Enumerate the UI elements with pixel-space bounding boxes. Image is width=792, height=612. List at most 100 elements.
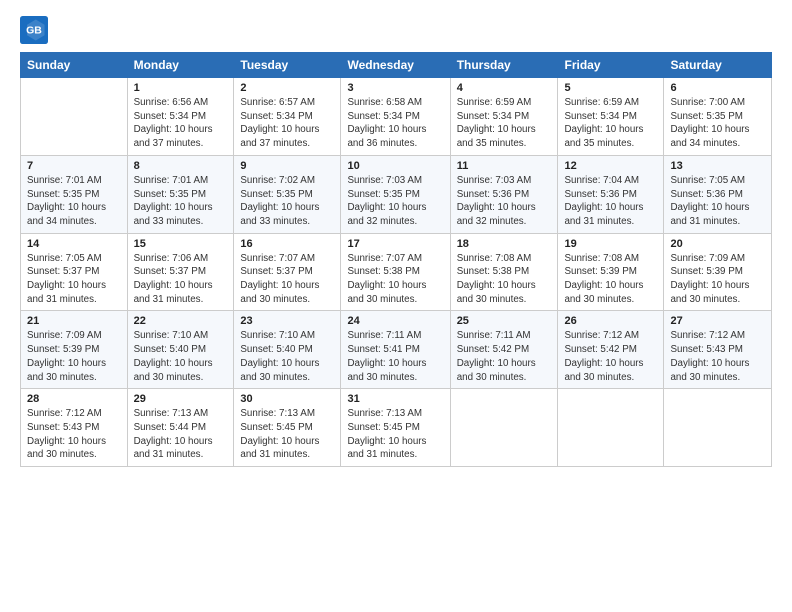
day-info: Sunrise: 7:03 AMSunset: 5:36 PMDaylight:… (457, 174, 552, 229)
day-number: 16 (240, 238, 334, 250)
calendar-table: SundayMondayTuesdayWednesdayThursdayFrid… (20, 52, 772, 467)
calendar-cell: 13Sunrise: 7:05 AMSunset: 5:36 PMDayligh… (664, 155, 772, 233)
day-info: Sunrise: 7:04 AMSunset: 5:36 PMDaylight:… (564, 174, 657, 229)
weekday-header-cell: Monday (127, 53, 234, 78)
calendar-cell: 6 Sunrise: 7:00 AMSunset: 5:35 PMDaylight… (664, 78, 772, 156)
calendar-cell: 29 Sunrise: 7:13 AMSunset: 5:44 PMDayligh… (127, 389, 234, 467)
day-info: Sunrise: 6:59 AMSunset: 5:34 PMDaylight:… (564, 96, 657, 151)
calendar-cell: 28 Sunrise: 7:12 AMSunset: 5:43 PMDayligh… (21, 389, 128, 467)
day-info: Sunrise: 7:02 AMSunset: 5:35 PMDaylight:… (240, 174, 334, 229)
day-number: 18 (457, 238, 552, 250)
calendar-cell: 26 Sunrise: 7:12 AMSunset: 5:42 PMDayligh… (558, 311, 664, 389)
day-info: Sunrise: 7:13 AMSunset: 5:44 PMDaylight:… (134, 407, 228, 462)
calendar-cell (21, 78, 128, 156)
svg-text:GB: GB (26, 25, 42, 37)
calendar-cell: 9 Sunrise: 7:02 AMSunset: 5:35 PMDaylight… (234, 155, 341, 233)
day-info: Sunrise: 7:03 AMSunset: 5:35 PMDaylight:… (347, 174, 443, 229)
calendar-cell: 24 Sunrise: 7:11 AMSunset: 5:41 PMDayligh… (341, 311, 450, 389)
day-number: 5 (564, 82, 657, 94)
calendar-cell (450, 389, 558, 467)
day-info: Sunrise: 6:57 AMSunset: 5:34 PMDaylight:… (240, 96, 334, 151)
day-number: 13 (670, 160, 765, 172)
weekday-header-cell: Wednesday (341, 53, 450, 78)
calendar-cell: 20 Sunrise: 7:09 AMSunset: 5:39 PMDayligh… (664, 233, 772, 311)
calendar-cell: 16 Sunrise: 7:07 AMSunset: 5:37 PMDayligh… (234, 233, 341, 311)
calendar-cell: 7 Sunrise: 7:01 AMSunset: 5:35 PMDaylight… (21, 155, 128, 233)
calendar-cell: 12Sunrise: 7:04 AMSunset: 5:36 PMDayligh… (558, 155, 664, 233)
day-number: 24 (347, 315, 443, 327)
calendar-cell: 14 Sunrise: 7:05 AMSunset: 5:37 PMDayligh… (21, 233, 128, 311)
day-info: Sunrise: 7:07 AMSunset: 5:37 PMDaylight:… (240, 252, 334, 307)
day-info: Sunrise: 7:05 AMSunset: 5:37 PMDaylight:… (27, 252, 121, 307)
day-info: Sunrise: 7:11 AMSunset: 5:42 PMDaylight:… (457, 329, 552, 384)
day-number: 23 (240, 315, 334, 327)
day-number: 22 (134, 315, 228, 327)
header: GB (20, 16, 772, 44)
day-number: 19 (564, 238, 657, 250)
calendar-cell: 17Sunrise: 7:07 AMSunset: 5:38 PMDayligh… (341, 233, 450, 311)
day-info: Sunrise: 7:08 AMSunset: 5:39 PMDaylight:… (564, 252, 657, 307)
calendar-week-row: 7 Sunrise: 7:01 AMSunset: 5:35 PMDaylight… (21, 155, 772, 233)
day-number: 9 (240, 160, 334, 172)
day-number: 6 (670, 82, 765, 94)
calendar-cell: 1 Sunrise: 6:56 AMSunset: 5:34 PMDaylight… (127, 78, 234, 156)
day-number: 2 (240, 82, 334, 94)
calendar-cell: 30 Sunrise: 7:13 AMSunset: 5:45 PMDayligh… (234, 389, 341, 467)
day-info: Sunrise: 6:56 AMSunset: 5:34 PMDaylight:… (134, 96, 228, 151)
day-info: Sunrise: 7:12 AMSunset: 5:42 PMDaylight:… (564, 329, 657, 384)
day-number: 28 (27, 393, 121, 405)
weekday-header-row: SundayMondayTuesdayWednesdayThursdayFrid… (21, 53, 772, 78)
day-number: 10 (347, 160, 443, 172)
weekday-header-cell: Tuesday (234, 53, 341, 78)
day-info: Sunrise: 7:07 AMSunset: 5:38 PMDaylight:… (347, 252, 443, 307)
day-number: 4 (457, 82, 552, 94)
day-info: Sunrise: 7:00 AMSunset: 5:35 PMDaylight:… (670, 96, 765, 151)
day-info: Sunrise: 7:11 AMSunset: 5:41 PMDaylight:… (347, 329, 443, 384)
day-info: Sunrise: 7:12 AMSunset: 5:43 PMDaylight:… (670, 329, 765, 384)
logo-icon: GB (20, 16, 48, 44)
calendar-cell: 21 Sunrise: 7:09 AMSunset: 5:39 PMDayligh… (21, 311, 128, 389)
calendar-cell: 27 Sunrise: 7:12 AMSunset: 5:43 PMDayligh… (664, 311, 772, 389)
calendar-cell: 15Sunrise: 7:06 AMSunset: 5:37 PMDayligh… (127, 233, 234, 311)
weekday-header-cell: Friday (558, 53, 664, 78)
day-info: Sunrise: 7:01 AMSunset: 5:35 PMDaylight:… (27, 174, 121, 229)
day-number: 25 (457, 315, 552, 327)
day-info: Sunrise: 7:13 AMSunset: 5:45 PMDaylight:… (347, 407, 443, 462)
day-number: 15 (134, 238, 228, 250)
day-number: 20 (670, 238, 765, 250)
day-info: Sunrise: 7:09 AMSunset: 5:39 PMDaylight:… (27, 329, 121, 384)
calendar-week-row: 14 Sunrise: 7:05 AMSunset: 5:37 PMDayligh… (21, 233, 772, 311)
day-info: Sunrise: 7:01 AMSunset: 5:35 PMDaylight:… (134, 174, 228, 229)
day-number: 21 (27, 315, 121, 327)
calendar-cell: 25 Sunrise: 7:11 AMSunset: 5:42 PMDayligh… (450, 311, 558, 389)
day-info: Sunrise: 7:12 AMSunset: 5:43 PMDaylight:… (27, 407, 121, 462)
day-number: 30 (240, 393, 334, 405)
logo: GB (20, 16, 52, 44)
calendar-cell: 23 Sunrise: 7:10 AMSunset: 5:40 PMDayligh… (234, 311, 341, 389)
calendar-cell: 2 Sunrise: 6:57 AMSunset: 5:34 PMDaylight… (234, 78, 341, 156)
day-info: Sunrise: 7:13 AMSunset: 5:45 PMDaylight:… (240, 407, 334, 462)
day-number: 29 (134, 393, 228, 405)
calendar-cell: 11 Sunrise: 7:03 AMSunset: 5:36 PMDayligh… (450, 155, 558, 233)
calendar-cell (558, 389, 664, 467)
calendar-cell: 3Sunrise: 6:58 AMSunset: 5:34 PMDaylight… (341, 78, 450, 156)
calendar-week-row: 21 Sunrise: 7:09 AMSunset: 5:39 PMDayligh… (21, 311, 772, 389)
calendar-cell: 18Sunrise: 7:08 AMSunset: 5:38 PMDayligh… (450, 233, 558, 311)
weekday-header-cell: Sunday (21, 53, 128, 78)
day-number: 27 (670, 315, 765, 327)
calendar-week-row: 28 Sunrise: 7:12 AMSunset: 5:43 PMDayligh… (21, 389, 772, 467)
day-number: 11 (457, 160, 552, 172)
calendar-cell: 10 Sunrise: 7:03 AMSunset: 5:35 PMDayligh… (341, 155, 450, 233)
calendar-week-row: 1 Sunrise: 6:56 AMSunset: 5:34 PMDaylight… (21, 78, 772, 156)
day-number: 14 (27, 238, 121, 250)
weekday-header-cell: Saturday (664, 53, 772, 78)
day-info: Sunrise: 7:10 AMSunset: 5:40 PMDaylight:… (240, 329, 334, 384)
day-number: 7 (27, 160, 121, 172)
day-number: 26 (564, 315, 657, 327)
day-info: Sunrise: 7:09 AMSunset: 5:39 PMDaylight:… (670, 252, 765, 307)
day-number: 1 (134, 82, 228, 94)
day-info: Sunrise: 6:59 AMSunset: 5:34 PMDaylight:… (457, 96, 552, 151)
day-number: 8 (134, 160, 228, 172)
day-number: 3 (347, 82, 443, 94)
day-number: 31 (347, 393, 443, 405)
